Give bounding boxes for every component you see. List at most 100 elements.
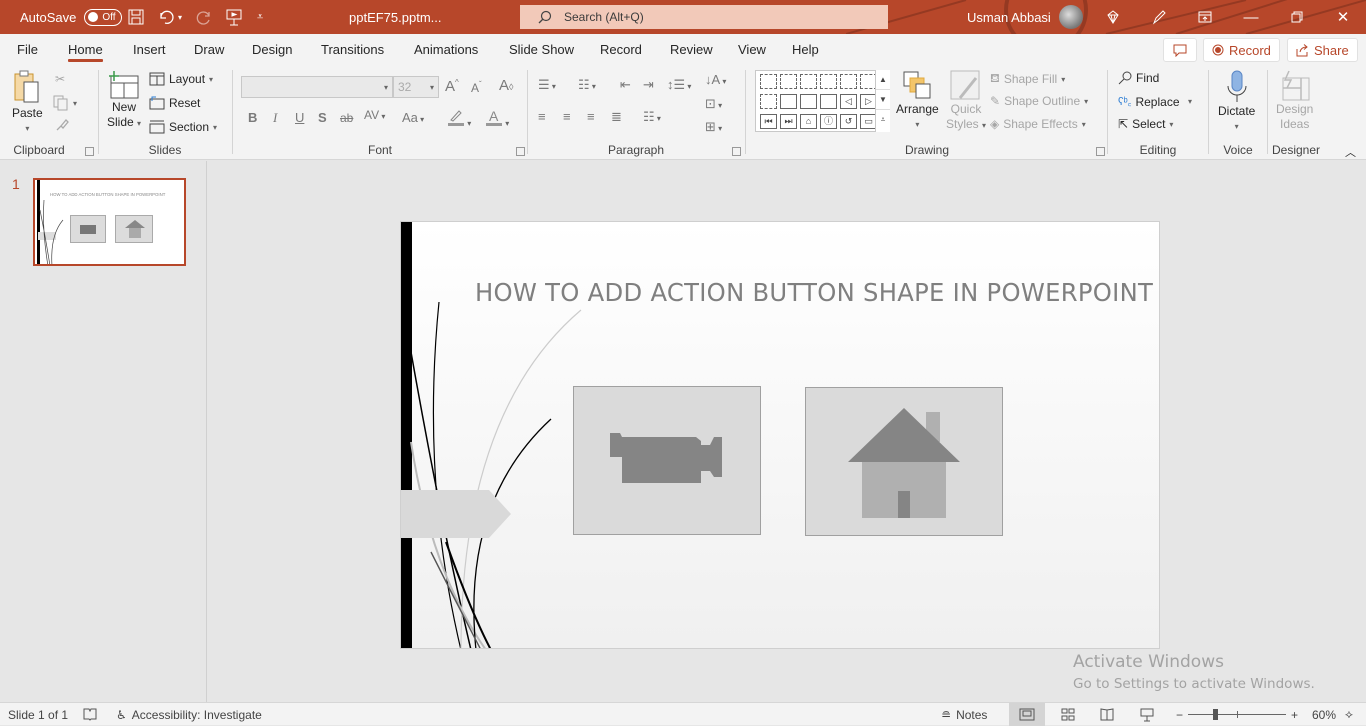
autosave-control[interactable]: AutoSave Off [20,0,123,34]
text-direction-button[interactable]: ↓A ▾ [705,72,726,87]
decrease-font-size-icon[interactable]: Aˇ [471,80,482,95]
replace-button[interactable]: ʕᵇ꜀ Replace ▾ [1118,94,1192,109]
align-left-button[interactable]: ≡ [538,109,546,124]
undo-button[interactable]: ▾ [157,0,182,34]
font-color-button[interactable]: A ▾ [485,108,509,129]
zoom-slider[interactable]: − + [1176,703,1302,726]
premium-button[interactable] [1090,0,1136,34]
line-spacing-button[interactable]: ↕☰ ▾ [667,77,691,93]
columns-button[interactable]: ☷ ▾ [643,109,661,125]
shape-callout[interactable] [780,94,797,109]
tab-help[interactable]: Help [792,34,819,64]
copy-button[interactable]: ▾ [53,95,77,111]
shape-callout[interactable] [760,94,777,109]
comments-button[interactable] [1163,38,1197,62]
clear-formatting-icon[interactable]: A◊ [499,77,513,94]
zoom-level[interactable]: 60% [1312,703,1336,726]
drawing-launcher-icon[interactable] [1096,147,1105,156]
change-case-button[interactable]: Aa ▾ [402,110,424,125]
tab-view[interactable]: View [738,34,766,64]
action-button-beginning-icon[interactable]: ⏮ [760,114,777,129]
tab-transitions[interactable]: Transitions [321,34,384,64]
character-spacing-button[interactable]: AV ▾ [364,108,385,122]
font-name-select[interactable]: ▾ [241,76,393,98]
redo-button[interactable] [195,0,213,34]
slide-sorter-button[interactable] [1050,703,1086,726]
tab-design[interactable]: Design [252,34,292,64]
pen-button[interactable] [1136,0,1182,34]
new-slide-button[interactable]: New Slide ▾ [107,70,141,131]
action-button-back-icon[interactable]: ◁ [840,94,857,109]
autosave-toggle[interactable]: Off [84,8,123,26]
slide[interactable]: HOW TO ADD ACTION BUTTON SHAPE IN POWERP… [400,221,1160,649]
paste-dropdown-icon[interactable]: ▾ [25,121,29,136]
account-area[interactable]: Usman Abbasi [967,0,1083,34]
tab-animations[interactable]: Animations [414,34,478,64]
undo-dropdown-icon[interactable]: ▾ [178,13,182,22]
gallery-scroll-down-icon[interactable]: ▼ [876,90,890,110]
zoom-out-button[interactable]: − [1176,708,1183,722]
paragraph-launcher-icon[interactable] [732,147,741,156]
shape-callout[interactable] [820,94,837,109]
avatar[interactable] [1058,5,1083,29]
justify-button[interactable]: ≣ [611,109,622,125]
shape-callout[interactable] [800,74,817,89]
shape-callout[interactable] [800,94,817,109]
action-button-movie[interactable] [573,386,761,535]
dictate-button[interactable]: Dictate ▾ [1218,70,1255,134]
design-ideas-button[interactable]: Design Ideas [1276,70,1313,132]
section-button[interactable]: Section ▾ [149,120,217,134]
find-button[interactable]: Find [1118,71,1159,85]
reading-view-button[interactable] [1089,703,1125,726]
action-button-home-icon[interactable]: ⌂ [800,114,817,129]
clipboard-launcher-icon[interactable] [85,147,94,156]
record-button[interactable]: Record [1203,38,1280,62]
italic-button[interactable]: I [273,110,277,126]
font-size-select[interactable]: 32 ▾ [393,76,439,98]
increase-font-size-icon[interactable]: A^ [445,78,459,95]
quick-styles-button[interactable]: Quick Styles ▾ [946,70,986,133]
arrange-button[interactable]: Arrange ▾ [896,70,939,132]
shapes-gallery-scroll[interactable]: ▲ ▼ ⩡ [875,70,890,132]
normal-view-button[interactable] [1009,703,1045,726]
shape-effects-button[interactable]: ◈ Shape Effects ▾ [990,117,1086,131]
tab-file[interactable]: File [17,34,38,64]
notes-button[interactable]: ≘ Notes [941,703,987,726]
restore-button[interactable] [1274,0,1320,34]
increase-indent-button[interactable]: ⇥ [643,77,654,93]
gallery-scroll-up-icon[interactable]: ▲ [876,70,890,90]
save-button[interactable] [128,0,144,34]
action-button-information-icon[interactable]: ⓘ [820,114,837,129]
collapse-ribbon-button[interactable]: ︿ [1345,144,1356,160]
minimize-button[interactable]: — [1228,0,1274,34]
shape-outline-button[interactable]: ✎ Shape Outline ▾ [990,94,1088,108]
underline-button[interactable]: U [295,110,304,125]
customize-qat-button[interactable]: ⩡ [257,0,263,34]
zoom-track[interactable] [1188,709,1287,720]
tab-home[interactable]: Home [68,34,103,64]
strikethrough-button[interactable]: ab [340,111,353,125]
tab-insert[interactable]: Insert [133,34,166,64]
close-button[interactable]: ✕ [1320,0,1366,34]
shape-fill-button[interactable]: ⛾ Shape Fill ▾ [990,71,1065,87]
action-button-end-icon[interactable]: ⏭ [780,114,797,129]
zoom-thumb[interactable] [1213,709,1219,720]
bullets-button[interactable]: ☰ ▾ [538,77,556,93]
slide-show-button[interactable] [1129,703,1165,726]
tab-review[interactable]: Review [670,34,713,64]
spelling-button[interactable] [83,703,97,726]
fit-to-window-button[interactable]: ⟡ [1345,703,1353,726]
shape-callout[interactable] [820,74,837,89]
align-right-button[interactable]: ≡ [587,109,595,124]
slide-thumbnail[interactable]: HOW TO ADD ACTION BUTTON SHAPE IN POWERP… [33,178,186,266]
highlight-color-button[interactable]: ▾ [447,108,471,129]
text-shadow-button[interactable]: S [318,110,327,125]
cut-button[interactable]: ✂ [55,72,65,86]
slide-title[interactable]: HOW TO ADD ACTION BUTTON SHAPE IN POWERP… [475,278,1153,307]
align-center-button[interactable]: ≡ [563,109,571,124]
shapes-gallery[interactable]: ◁ ▷ ⏮ ⏭ ⌂ ⓘ ↺ ▭ [755,70,890,132]
zoom-in-button[interactable]: + [1291,708,1298,722]
gallery-expand-icon[interactable]: ⩡ [876,110,890,130]
action-button-return-icon[interactable]: ↺ [840,114,857,129]
accessibility-button[interactable]: ♿ Accessibility: Investigate [116,703,262,726]
